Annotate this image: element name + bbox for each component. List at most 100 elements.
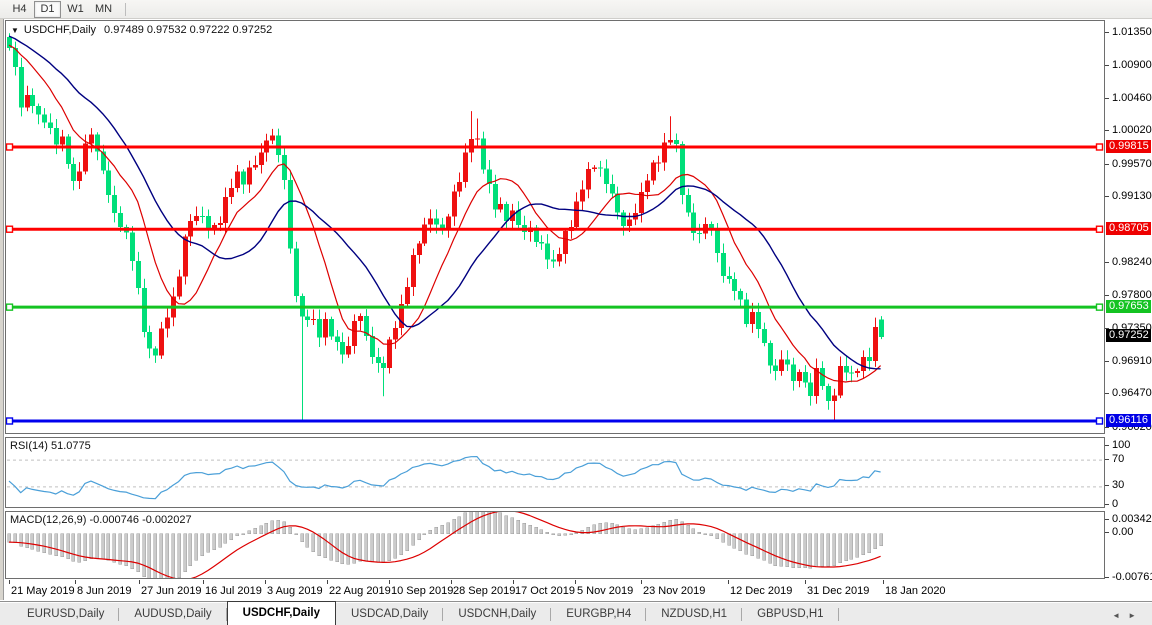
timeframe-toolbar: H4 D1 W1 MN [0,0,1152,19]
toolbar-separator [125,2,126,16]
price-tick-label: 0.99570 [1112,157,1152,170]
date-tick-label: 27 Jun 2019 [141,585,202,597]
chart-title: ▼ USDCHF,Daily 0.97489 0.97532 0.97222 0… [11,24,272,36]
tab-scroll-right-icon[interactable]: ► [1128,611,1144,620]
price-tick-dash [1105,97,1109,99]
mt4-window: H4 D1 W1 MN ▼ USDCHF,Daily 0.97489 0.97532 … [0,0,1152,625]
tab-audusd-daily[interactable]: AUDUSD,Daily [119,604,227,625]
price-tick-dash [1105,31,1109,33]
toolbar-button-d1[interactable]: D1 [34,0,61,18]
toolbar-button-mn[interactable]: MN [90,1,117,18]
chart-symbol-label: USDCHF,Daily [23,24,97,36]
hline-handle[interactable] [6,225,14,233]
date-tick-label: 21 May 2019 [11,585,75,597]
hline-handle[interactable] [1095,143,1104,151]
main-chart-panel[interactable]: ▼ USDCHF,Daily 0.97489 0.97532 0.97222 0… [5,20,1105,434]
price-tick-label: 1.01350 [1112,25,1152,38]
price-tick-dash [1105,130,1109,132]
rsi-axis-label: 0 [1112,497,1119,510]
date-tick-label: 28 Sep 2019 [453,585,516,597]
date-axis[interactable]: 21 May 2019 8 Jun 2019 27 Jun 2019 16 Jul 2… [5,580,1105,600]
symbol-dropdown-icon[interactable]: ▼ [11,26,19,35]
date-tick [513,580,514,584]
date-tick [451,580,452,584]
price-tick-dash [1105,65,1109,67]
date-tick [389,580,390,584]
price-tick-label: 1.00020 [1112,124,1152,137]
price-tick-dash [1105,444,1109,446]
date-tick-label: 23 Nov 2019 [643,585,706,597]
price-badge-0.96116: 0.96116 [1106,413,1151,427]
date-tick [805,580,806,584]
price-tick-dash [1105,196,1109,198]
hline-handle[interactable] [6,303,14,311]
rsi-label: RSI(14) 51.0775 [10,440,91,452]
date-tick [75,580,76,584]
rsi-chart[interactable] [6,438,1104,507]
date-tick-label: 10 Sep 2019 [391,585,454,597]
tab-usdcnh-daily[interactable]: USDCNH,Daily [443,604,552,625]
date-tick-label: 5 Nov 2019 [577,585,634,597]
price-tick-dash [1105,576,1109,578]
date-tick [575,580,576,584]
candlestick-chart[interactable] [6,21,1104,433]
price-tick-dash [1105,458,1109,460]
price-badge-0.99815: 0.99815 [1106,139,1151,153]
rsi-axis-label: 70 [1112,452,1125,465]
price-tick-dash [1105,426,1109,428]
tab-eurusd-daily[interactable]: EURUSD,Daily [12,604,120,625]
toolbar-button-w1[interactable]: W1 [62,1,89,18]
price-tick-dash [1105,360,1109,362]
date-tick-label: 31 Dec 2019 [807,585,870,597]
macd-panel[interactable]: MACD(12,26,9) -0.000746 -0.002027 [5,511,1105,579]
hline-handle[interactable] [6,417,14,425]
macd-axis-label: 0.00 [1112,526,1134,539]
price-tick-dash [1105,532,1109,534]
price-tick-label: 0.96470 [1112,387,1152,400]
window-left-frame [0,19,4,600]
date-tick [883,580,884,584]
date-tick-label: 22 Aug 2019 [329,585,391,597]
tab-gbpusd-h1[interactable]: GBPUSD,H1 [742,604,839,625]
tab-scroll-arrows: ◄► [1112,611,1144,620]
rsi-axis-label: 30 [1112,479,1125,492]
price-tick-dash [1105,393,1109,395]
price-tick-dash [1105,262,1109,264]
price-tick-label: 1.00900 [1112,59,1152,72]
date-tick-label: 17 Oct 2019 [515,585,575,597]
price-tick-label: 0.98240 [1112,256,1152,269]
tab-scroll-left-icon[interactable]: ◄ [1112,611,1128,620]
hline-handle[interactable] [1095,417,1104,425]
price-axis[interactable]: 1.01350 1.00900 1.00460 1.00020 0.99570 0.991… [1105,20,1152,583]
date-tick-label: 18 Jan 2020 [885,585,946,597]
date-tick [641,580,642,584]
date-tick [203,580,204,584]
date-tick [265,580,266,584]
date-tick-label: 3 Aug 2019 [267,585,323,597]
hline-handle[interactable] [6,143,14,151]
tab-nzdusd-h1[interactable]: NZDUSD,H1 [646,604,743,625]
date-tick [327,580,328,584]
chart-tab-bar: EURUSD,Daily AUDUSD,Daily USDCHF,Daily USDC… [0,601,1152,625]
macd-axis-label: -0.007615 [1112,570,1152,583]
price-tick-dash [1105,518,1109,520]
tab-eurgbp-h4[interactable]: EURGBP,H4 [551,604,647,625]
macd-axis-label: 0.003428 [1112,512,1152,525]
hline-handle[interactable] [1095,225,1104,233]
price-tick-dash [1105,294,1109,296]
price-badge-0.97252: 0.97252 [1106,329,1151,343]
chart-ohlc-values: 0.97489 0.97532 0.97222 0.97252 [104,24,273,36]
date-tick [728,580,729,584]
rsi-axis-label: 100 [1112,438,1131,451]
hline-handle[interactable] [1095,303,1104,311]
price-tick-dash [1105,485,1109,487]
date-tick [139,580,140,584]
toolbar-button-h4[interactable]: H4 [6,1,33,18]
date-tick-label: 16 Jul 2019 [205,585,262,597]
tab-usdcad-daily[interactable]: USDCAD,Daily [336,604,444,625]
tab-separator [837,608,839,621]
tab-usdchf-daily[interactable]: USDCHF,Daily [226,601,336,625]
macd-label: MACD(12,26,9) -0.000746 -0.002027 [10,514,192,526]
rsi-panel[interactable]: RSI(14) 51.0775 [5,437,1105,508]
date-tick [9,580,10,584]
